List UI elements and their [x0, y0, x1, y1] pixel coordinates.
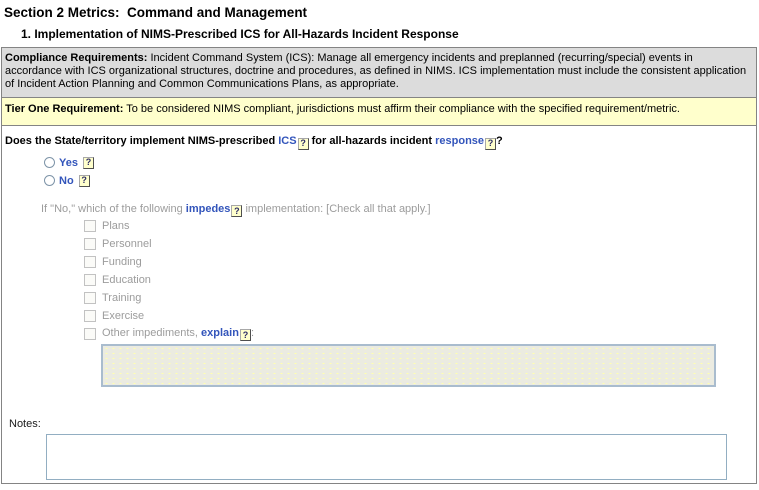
- response-link[interactable]: response: [435, 135, 484, 147]
- training-checkbox: [84, 292, 96, 304]
- no-help-icon[interactable]: ?: [79, 175, 90, 187]
- funding-checkbox: [84, 256, 96, 268]
- compliance-requirements-box: Compliance Requirements: Incident Comman…: [2, 48, 756, 98]
- response-help-icon[interactable]: ?: [485, 138, 496, 150]
- impedes-part1: If "No," which of the following: [41, 203, 186, 215]
- metric-subtitle: 1. Implementation of NIMS-Prescribed ICS…: [21, 27, 759, 41]
- checkbox-row-education: Education: [84, 271, 752, 289]
- checkbox-row-training: Training: [84, 289, 752, 307]
- training-label: Training: [102, 292, 141, 304]
- notes-label: Notes:: [9, 418, 752, 431]
- yes-option-row: Yes?: [44, 154, 752, 172]
- impedes-part2: implementation: [Check all that apply.]: [242, 203, 430, 215]
- no-option-row: No?: [44, 172, 752, 190]
- explain-textarea: [101, 344, 716, 387]
- checkbox-row-other: Other impediments, explain?:: [84, 325, 752, 343]
- ics-help-icon[interactable]: ?: [298, 138, 309, 150]
- compliance-label: Compliance Requirements:: [5, 52, 147, 64]
- checkbox-row-plans: Plans: [84, 217, 752, 235]
- ics-link[interactable]: ICS: [278, 135, 296, 147]
- tier-label: Tier One Requirement:: [5, 103, 123, 115]
- impedes-help-icon[interactable]: ?: [231, 205, 242, 217]
- yes-label: Yes: [59, 157, 78, 169]
- question-part2: for all-hazards incident: [309, 135, 436, 147]
- plans-checkbox: [84, 220, 96, 232]
- metric-panel: Compliance Requirements: Incident Comman…: [1, 47, 757, 484]
- explain-link[interactable]: explain: [201, 327, 239, 339]
- exercise-label: Exercise: [102, 310, 144, 322]
- checkbox-row-exercise: Exercise: [84, 307, 752, 325]
- question-suffix: ?: [496, 135, 503, 147]
- question-part1: Does the State/territory implement NIMS-…: [5, 135, 278, 147]
- funding-label: Funding: [102, 256, 142, 268]
- impedes-instruction: If "No," which of the following impedes?…: [41, 202, 752, 218]
- tier-text: To be considered NIMS compliant, jurisdi…: [123, 103, 680, 115]
- other-impediments-label: Other impediments,: [102, 327, 201, 339]
- other-impediments-text: Other impediments, explain?:: [102, 327, 254, 342]
- notes-textarea[interactable]: [46, 434, 727, 480]
- impedes-link[interactable]: impedes: [186, 203, 231, 215]
- yes-radio[interactable]: [44, 157, 55, 168]
- page-title: Section 2 Metrics: Command and Managemen…: [4, 5, 759, 20]
- other-impediments-checkbox: [84, 328, 96, 340]
- checkbox-row-personnel: Personnel: [84, 235, 752, 253]
- explain-help-icon[interactable]: ?: [240, 329, 251, 341]
- exercise-checkbox: [84, 310, 96, 322]
- question-text: Does the State/territory implement NIMS-…: [5, 134, 752, 150]
- no-label: No: [59, 175, 74, 187]
- no-radio[interactable]: [44, 175, 55, 186]
- plans-label: Plans: [102, 220, 130, 232]
- tier-one-requirement-box: Tier One Requirement: To be considered N…: [2, 98, 756, 126]
- checkbox-row-funding: Funding: [84, 253, 752, 271]
- education-label: Education: [102, 274, 151, 286]
- other-impediments-colon: :: [251, 327, 254, 339]
- yes-help-icon[interactable]: ?: [83, 157, 94, 169]
- education-checkbox: [84, 274, 96, 286]
- question-area: Does the State/territory implement NIMS-…: [2, 126, 756, 483]
- personnel-checkbox: [84, 238, 96, 250]
- personnel-label: Personnel: [102, 238, 152, 250]
